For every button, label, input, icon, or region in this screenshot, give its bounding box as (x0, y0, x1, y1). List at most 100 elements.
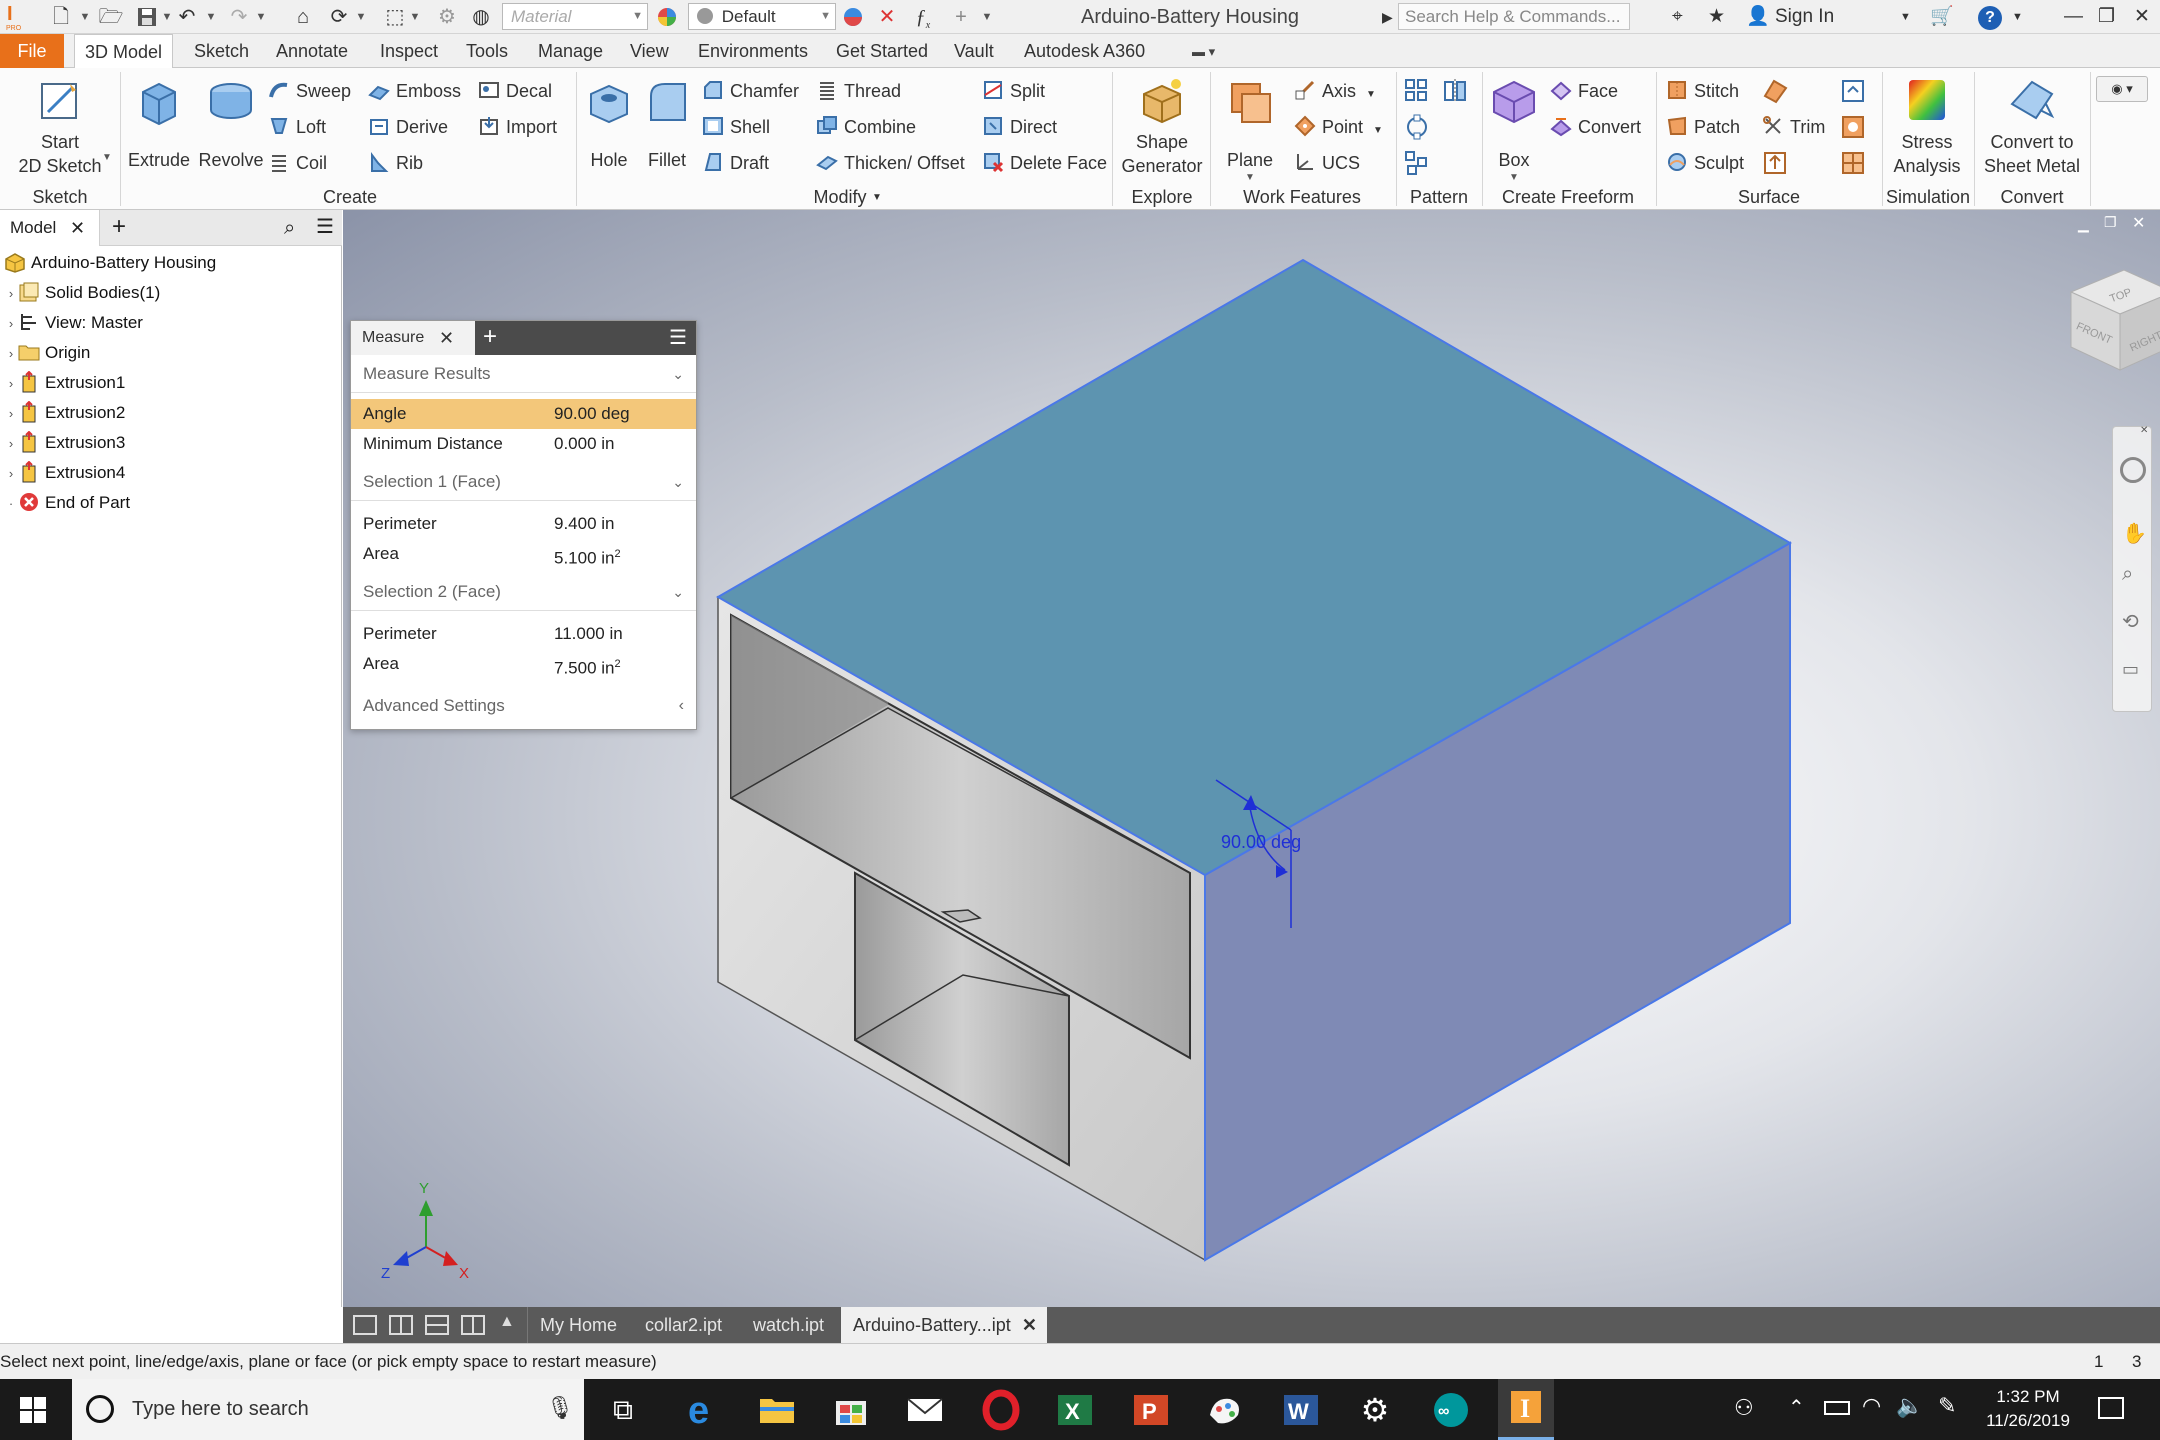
surface-ruled-icon[interactable] (1762, 78, 1788, 104)
direct-button[interactable]: Direct (982, 114, 1057, 144)
chevron-down-icon[interactable]: ▼ (1900, 4, 1911, 30)
chevron-down-icon[interactable]: ▼ (102, 152, 112, 163)
combine-button[interactable]: Combine (816, 114, 916, 144)
fit-mesh-face-icon[interactable] (1840, 150, 1866, 176)
add-tab-icon[interactable]: + (483, 323, 497, 351)
tab-annotate[interactable]: Annotate (266, 34, 358, 68)
measure-row-sel1-perimeter[interactable]: Perimeter 9.400 in (351, 509, 696, 539)
tile-vertical-icon[interactable] (461, 1315, 485, 1335)
ribbon-options-icon[interactable]: ◉ ▾ (2096, 76, 2148, 102)
powerpoint-icon[interactable]: P (1130, 1389, 1172, 1431)
sketch-pattern-icon[interactable] (1404, 150, 1430, 176)
taskbar-search[interactable]: Type here to search 🎙 (72, 1379, 584, 1440)
chevron-down-icon[interactable]: ▼ (408, 8, 422, 26)
action-center-icon[interactable] (2098, 1397, 2124, 1419)
shell-button[interactable]: Shell (702, 114, 770, 144)
viewport-close-icon[interactable]: ✕ (2132, 213, 2145, 233)
point-button[interactable]: Point ▼ (1294, 114, 1383, 144)
tab-sketch[interactable]: Sketch (184, 34, 259, 68)
sign-in-link[interactable]: Sign In (1775, 4, 1834, 30)
measure-row-min-distance[interactable]: Minimum Distance 0.000 in (351, 429, 696, 459)
settings-gear-icon[interactable]: ⚙ (1354, 1389, 1396, 1431)
material-dropdown[interactable]: Material ▼ (502, 3, 648, 30)
trim-button[interactable]: Trim (1762, 114, 1825, 144)
replace-face-icon[interactable] (1840, 78, 1866, 104)
section-selection-2[interactable]: Selection 2 (Face) ⌄ (351, 573, 696, 611)
tab-tools[interactable]: Tools (456, 34, 518, 68)
expand-icon[interactable]: › (4, 459, 18, 489)
wifi-icon[interactable]: ◠ (1862, 1393, 1881, 1419)
select-icon[interactable]: ⬚ (382, 4, 408, 30)
chevron-down-icon[interactable]: ▼ (980, 8, 994, 26)
chevron-up-icon[interactable]: ▲ (499, 1313, 515, 1331)
star-icon[interactable]: ★ (1708, 4, 1725, 30)
measure-row-sel2-area[interactable]: Area 7.500 in2 (351, 649, 696, 679)
tab-file[interactable]: File (0, 34, 64, 68)
inventor-pro-logo[interactable]: I PRO (4, 2, 26, 32)
pen-icon[interactable]: ✎ (1938, 1393, 1956, 1419)
doc-tab-collar2[interactable]: collar2.ipt (633, 1307, 734, 1343)
patch-button[interactable]: Patch (1666, 114, 1740, 144)
help-icon[interactable]: ? (1978, 4, 2002, 30)
open-folder-icon[interactable]: 🗁 (98, 4, 124, 30)
section-selection-1[interactable]: Selection 1 (Face) ⌄ (351, 463, 696, 501)
viewcube[interactable]: TOP FRONT RIGHT (2069, 269, 2160, 371)
globe-icon[interactable]: ◍ (468, 4, 494, 30)
coil-button[interactable]: Coil (268, 150, 327, 180)
decal-button[interactable]: Decal (478, 78, 552, 108)
fillet-button[interactable]: Fillet (638, 74, 696, 172)
viewport-restore-icon[interactable]: ❐ (2104, 214, 2117, 231)
chevron-down-icon[interactable]: ▼ (254, 8, 268, 26)
section-advanced-settings[interactable]: Advanced Settings ‹ (351, 687, 696, 725)
people-icon[interactable]: ⚇ (1734, 1395, 1754, 1421)
doc-tab-arduino-battery[interactable]: Arduino-Battery...ipt ✕ (841, 1307, 1047, 1343)
pan-icon[interactable]: ✋ (2122, 521, 2147, 546)
restore-icon[interactable]: ❐ (2098, 4, 2115, 30)
chevron-down-icon[interactable]: ▼ (78, 8, 92, 26)
inventor-taskbar-icon[interactable]: I (1498, 1379, 1554, 1440)
circular-pattern-icon[interactable] (1404, 114, 1430, 140)
loft-button[interactable]: Loft (268, 114, 326, 144)
file-explorer-icon[interactable] (756, 1389, 798, 1431)
derive-button[interactable]: Derive (368, 114, 448, 144)
mirror-icon[interactable] (1442, 78, 1468, 104)
binoculars-icon[interactable]: ⌖ (1672, 4, 1683, 30)
tree-item-end-of-part[interactable]: · End of Part (4, 488, 130, 518)
task-view-icon[interactable]: ⧉ (602, 1389, 644, 1431)
section-measure-results[interactable]: Measure Results ⌄ (351, 355, 696, 393)
chevron-down-icon[interactable]: ▼ (872, 192, 882, 203)
thicken-offset-button[interactable]: Thicken/ Offset (816, 150, 965, 180)
tree-item-extrusion4[interactable]: › Extrusion4 (4, 458, 125, 488)
look-at-icon[interactable]: ▭ (2122, 659, 2139, 680)
ilogic-icon[interactable]: ⚙ (434, 4, 460, 30)
user-icon[interactable]: 👤 (1746, 4, 1770, 30)
clear-appearance-icon[interactable]: ✕ (874, 4, 900, 30)
tree-item-extrusion1[interactable]: › Extrusion1 (4, 368, 125, 398)
sculpt-button[interactable]: Sculpt (1666, 150, 1744, 180)
tree-item-solid-bodies[interactable]: › Solid Bodies(1) (4, 278, 160, 308)
close-icon[interactable]: ✕ (70, 210, 85, 246)
orbit-icon[interactable]: ⟲ (2122, 609, 2139, 634)
tab-vault[interactable]: Vault (944, 34, 1004, 68)
tab-autodesk-a360[interactable]: Autodesk A360 (1014, 34, 1155, 68)
tab-measure[interactable]: Measure ✕ (351, 321, 475, 355)
tile-windows-icon[interactable] (389, 1315, 413, 1335)
arduino-icon[interactable]: ∞ (1430, 1389, 1472, 1431)
plane-button[interactable]: Plane ▼ (1216, 74, 1284, 184)
undo-icon[interactable]: ↶ (174, 4, 200, 30)
tab-view[interactable]: View (620, 34, 679, 68)
delete-face-button[interactable]: Delete Face (982, 150, 1107, 180)
cascade-windows-icon[interactable] (353, 1315, 377, 1335)
appearance-color-icon[interactable] (654, 4, 680, 30)
sweep-button[interactable]: Sweep (268, 78, 351, 108)
expand-icon[interactable]: › (4, 309, 18, 339)
close-icon[interactable]: ✕ (2134, 4, 2150, 30)
show-hidden-icons-chevron[interactable]: ⌃ (1788, 1395, 1805, 1420)
expand-icon[interactable]: › (4, 339, 18, 369)
ucs-button[interactable]: UCS (1294, 150, 1360, 180)
import-button[interactable]: Import (478, 114, 557, 144)
tile-horizontal-icon[interactable] (425, 1315, 449, 1335)
help-search-input[interactable]: Search Help & Commands... (1398, 3, 1630, 30)
save-icon[interactable] (134, 4, 160, 30)
tree-item-extrusion3[interactable]: › Extrusion3 (4, 428, 125, 458)
